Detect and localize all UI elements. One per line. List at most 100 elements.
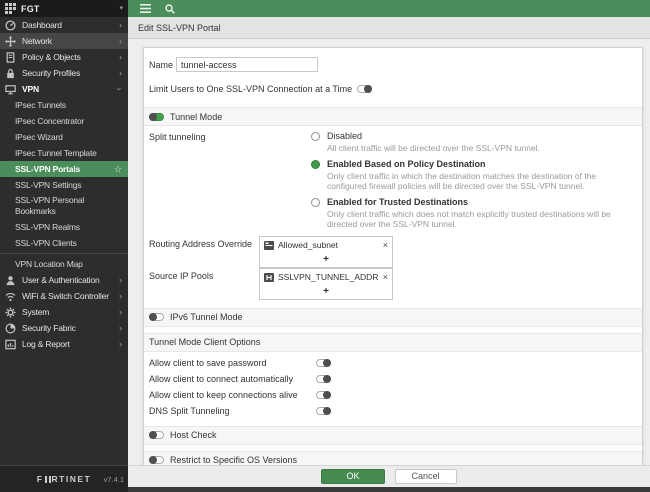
ok-button[interactable]: OK bbox=[321, 469, 385, 484]
edit-portal-form: Name Limit Users to One SSL-VPN Connecti… bbox=[143, 47, 643, 465]
radio-option-disabled: Disabled All client traffic will be dire… bbox=[311, 131, 633, 154]
restrict-os-label: Restrict to Specific OS Versions bbox=[170, 455, 298, 465]
allow-connect-automatically-toggle[interactable] bbox=[316, 375, 331, 383]
split-tunneling-options: Disabled All client traffic will be dire… bbox=[311, 131, 633, 230]
wifi-icon bbox=[5, 291, 16, 302]
sidebar-item-network[interactable]: Network › bbox=[0, 33, 128, 49]
chart-icon bbox=[5, 339, 16, 350]
tunnel-mode-toggle[interactable] bbox=[149, 112, 164, 121]
allow-save-password-label: Allow client to save password bbox=[149, 358, 267, 368]
routing-address-box: Allowed_subnet × + bbox=[259, 235, 393, 268]
sidebar-item-sslvpn-settings[interactable]: SSL-VPN Settings bbox=[0, 177, 128, 193]
lock-icon bbox=[5, 68, 16, 79]
sidebar-item-system[interactable]: System › bbox=[0, 304, 128, 320]
fabric-icon bbox=[5, 322, 16, 334]
device-name: FGT bbox=[21, 3, 40, 14]
sidebar-item-wifi-switch-controller[interactable]: WiFi & Switch Controller › bbox=[0, 288, 128, 304]
add-source-ip-pool-button[interactable]: + bbox=[260, 286, 392, 299]
restrict-os-toggle[interactable] bbox=[149, 456, 164, 464]
name-label: Name bbox=[149, 59, 174, 70]
portal-name-input[interactable] bbox=[176, 57, 318, 72]
subnet-icon bbox=[264, 240, 274, 250]
radio-disabled[interactable] bbox=[311, 132, 320, 141]
search-icon[interactable] bbox=[165, 3, 175, 14]
radio-enabled-policy-destination[interactable] bbox=[311, 159, 320, 169]
add-routing-address-button[interactable]: + bbox=[260, 254, 392, 267]
radio-description: Only client traffic which does not match… bbox=[327, 208, 611, 230]
content-area: Edit SSL-VPN Portal Name Limit Users to … bbox=[128, 17, 650, 492]
split-tunneling-row: Split tunneling Disabled All client traf… bbox=[149, 131, 636, 230]
ipv6-tunnel-mode-section-header: IPv6 Tunnel Mode bbox=[144, 307, 642, 327]
monitor-icon bbox=[5, 84, 16, 95]
chevron-right-icon: › bbox=[119, 20, 122, 30]
sidebar-item-sslvpn-clients[interactable]: SSL-VPN Clients bbox=[0, 235, 128, 251]
source-ip-pool-box: SSLVPN_TUNNEL_ADDR1 × + bbox=[259, 267, 393, 300]
firmware-version: v7.4.1 bbox=[103, 475, 124, 484]
sidebar-item-policy-objects[interactable]: Policy & Objects › bbox=[0, 49, 128, 65]
radio-label: Enabled for Trusted Destinations bbox=[327, 196, 469, 207]
sidebar-divider bbox=[0, 253, 128, 254]
restrict-os-section-header: Restrict to Specific OS Versions bbox=[144, 450, 642, 465]
allow-keep-alive-toggle[interactable] bbox=[316, 391, 331, 399]
bottom-edge-strip bbox=[128, 487, 650, 492]
routing-address-override-row: Routing Address Override Allowed_subnet … bbox=[149, 235, 636, 268]
cancel-button[interactable]: Cancel bbox=[394, 469, 457, 484]
allow-keep-alive-row: Allow client to keep connections alive bbox=[149, 388, 636, 403]
sidebar-item-log-report[interactable]: Log & Report › bbox=[0, 336, 128, 352]
source-ip-pools-row: Source IP Pools SSLVPN_TUNNEL_ADDR1 × + bbox=[149, 267, 636, 300]
radio-option-enabled-trusted-destinations: Enabled for Trusted Destinations Only cl… bbox=[311, 197, 633, 230]
sidebar-item-ipsec-tunnel-template[interactable]: IPsec Tunnel Template bbox=[0, 145, 128, 161]
sidebar-item-security-profiles[interactable]: Security Profiles › bbox=[0, 65, 128, 81]
radio-label: Enabled Based on Policy Destination bbox=[327, 158, 486, 169]
sidebar-item-vpn-location-map[interactable]: VPN Location Map bbox=[0, 256, 128, 272]
star-icon[interactable]: ☆ bbox=[114, 164, 122, 175]
sidebar-item-sslvpn-realms[interactable]: SSL-VPN Realms bbox=[0, 219, 128, 235]
tunnel-mode-label: Tunnel Mode bbox=[170, 111, 223, 122]
sidebar-item-sslvpn-personal-bookmarks[interactable]: SSL-VPN Personal Bookmarks bbox=[0, 193, 110, 219]
chevron-right-icon: › bbox=[119, 323, 122, 333]
sidebar-item-ipsec-wizard[interactable]: IPsec Wizard bbox=[0, 129, 128, 145]
sidebar-item-ipsec-concentrator[interactable]: IPsec Concentrator bbox=[0, 113, 128, 129]
client-options-section-header: Tunnel Mode Client Options bbox=[144, 332, 642, 352]
user-icon bbox=[5, 275, 16, 286]
hamburger-menu-icon[interactable] bbox=[140, 4, 151, 13]
dns-split-tunneling-toggle[interactable] bbox=[316, 407, 331, 415]
top-bar: FGT ▾ bbox=[0, 0, 650, 17]
ip-pool-icon bbox=[264, 272, 274, 282]
sidebar-item-vpn[interactable]: VPN › bbox=[0, 81, 128, 97]
source-ip-pool-entry[interactable]: SSLVPN_TUNNEL_ADDR1 × bbox=[260, 269, 392, 286]
radio-enabled-trusted-destinations[interactable] bbox=[311, 197, 320, 207]
name-row: Name bbox=[149, 57, 636, 72]
chevron-right-icon: › bbox=[119, 339, 122, 349]
limit-users-row: Limit Users to One SSL-VPN Connection at… bbox=[149, 84, 636, 94]
allow-keep-alive-label: Allow client to keep connections alive bbox=[149, 390, 298, 400]
routing-address-override-label: Routing Address Override bbox=[149, 238, 253, 249]
sidebar-item-dashboard[interactable]: Dashboard › bbox=[0, 17, 128, 33]
routing-address-entry[interactable]: Allowed_subnet × bbox=[260, 237, 392, 254]
remove-entry-icon[interactable]: × bbox=[383, 269, 388, 286]
allow-connect-automatically-label: Allow client to connect automatically bbox=[149, 374, 294, 384]
chevron-right-icon: › bbox=[119, 275, 122, 285]
sidebar-item-security-fabric[interactable]: Security Fabric › bbox=[0, 320, 128, 336]
remove-entry-icon[interactable]: × bbox=[383, 237, 388, 254]
device-selector[interactable]: FGT ▾ bbox=[0, 0, 128, 17]
ipv6-tunnel-mode-toggle[interactable] bbox=[149, 313, 164, 321]
limit-users-label: Limit Users to One SSL-VPN Connection at… bbox=[149, 84, 353, 94]
sidebar-item-user-authentication[interactable]: User & Authentication › bbox=[0, 272, 128, 288]
source-ip-pools-label: Source IP Pools bbox=[149, 270, 214, 281]
chevron-right-icon: › bbox=[119, 68, 122, 78]
sidebar-item-ipsec-tunnels[interactable]: IPsec Tunnels bbox=[0, 97, 128, 113]
tunnel-mode-section-header: Tunnel Mode bbox=[144, 107, 642, 126]
chevron-down-icon: › bbox=[114, 87, 125, 91]
host-check-toggle[interactable] bbox=[149, 431, 164, 439]
form-footer: OK Cancel bbox=[128, 465, 650, 487]
limit-users-toggle[interactable] bbox=[357, 85, 373, 93]
ipv6-tunnel-mode-label: IPv6 Tunnel Mode bbox=[170, 312, 243, 322]
fortinet-gate-icon bbox=[44, 476, 51, 483]
allow-save-password-toggle[interactable] bbox=[316, 359, 331, 367]
header-bar bbox=[128, 0, 650, 17]
sidebar: Dashboard › Network › Policy & Objects ›… bbox=[0, 17, 128, 492]
client-options-title: Tunnel Mode Client Options bbox=[149, 337, 261, 347]
sidebar-item-sslvpn-portals[interactable]: SSL-VPN Portals ☆ bbox=[0, 161, 128, 177]
fortigate-app: FGT ▾ Dashboard › Network › Policy & Obj… bbox=[0, 0, 650, 492]
